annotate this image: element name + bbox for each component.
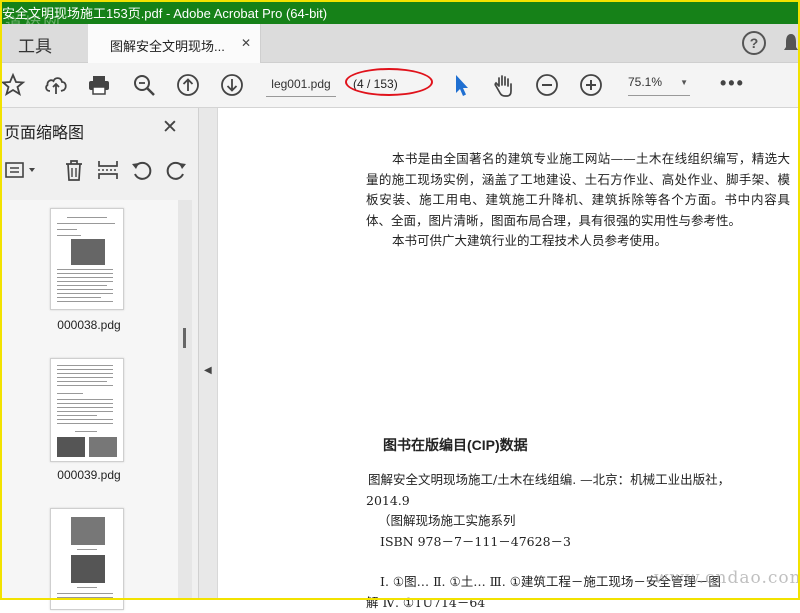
help-icon[interactable]: ? <box>742 31 766 55</box>
document-tab-label: 图解安全文明现场... <box>110 36 225 55</box>
cip-heading: 图书在版编目(CIP)数据 <box>383 435 528 455</box>
rotate-right-icon[interactable] <box>164 158 188 182</box>
intro-paragraph: 本书是由全国著名的建筑专业施工网站——土木在线组织编写，精选大量的施工现场实例，… <box>366 149 790 231</box>
tools-tab[interactable]: 工具 <box>18 32 52 57</box>
title-bar: 安全文明现场施工153页.pdf - Adobe Acrobat Pro (64… <box>0 0 800 24</box>
thumbnail-list: 000038.pdg 000039.pdg <box>0 200 178 600</box>
trash-icon[interactable] <box>62 158 86 182</box>
zoom-in-icon[interactable] <box>578 72 604 98</box>
chevron-down-icon: ▼ <box>680 78 688 87</box>
notification-bell-icon[interactable] <box>784 32 798 54</box>
cip-line: ISBN 978－7－111－47628－3 <box>380 532 788 553</box>
page-thumbnail[interactable] <box>50 208 124 310</box>
cip-line: 解 Ⅳ. ①TU714－64 <box>366 593 788 613</box>
pane-splitter[interactable]: ◀ <box>199 108 218 600</box>
insert-page-icon[interactable] <box>96 158 120 182</box>
hand-icon[interactable] <box>491 72 517 98</box>
red-highlight-circle <box>345 68 433 96</box>
intro-text: 本书是由全国著名的建筑专业施工网站——土木在线组织编写，精选大量的施工现场实例，… <box>366 149 790 252</box>
pdf-page: 本书是由全国著名的建筑专业施工网站——土木在线组织编写，精选大量的施工现场实例，… <box>218 108 800 600</box>
scrollbar-thumb[interactable] <box>183 328 186 348</box>
cip-line: 图解安全文明现场施工/土木在线组编. —北京：机械工业出版社， <box>368 470 788 491</box>
filename-field[interactable]: leg001.pdg <box>266 72 336 97</box>
more-options-icon[interactable]: ••• <box>720 73 745 94</box>
cloud-upload-icon[interactable] <box>43 72 69 98</box>
close-pane-icon[interactable]: ✕ <box>162 116 178 139</box>
intro-paragraph: 本书可供广大建筑行业的工程技术人员参考使用。 <box>366 231 790 252</box>
page-down-icon[interactable] <box>219 72 245 98</box>
cip-line: 2014.9 <box>366 491 788 512</box>
print-icon[interactable] <box>86 72 112 98</box>
page-up-icon[interactable] <box>175 72 201 98</box>
close-tab-icon[interactable]: ✕ <box>241 36 251 50</box>
thumbnail-scrollbar[interactable] <box>178 200 192 600</box>
document-view[interactable]: 本书是由全国著名的建筑专业施工网站——土木在线组织编写，精选大量的施工现场实例，… <box>218 108 800 600</box>
page-thumbnail[interactable] <box>50 358 124 462</box>
thumbnail-toolbar <box>0 156 198 188</box>
cip-block: 图解安全文明现场施工/土木在线组编. —北京：机械工业出版社， 2014.9 （… <box>368 470 788 613</box>
collapse-arrow-icon[interactable]: ◀ <box>204 365 212 376</box>
cip-line: （图解现场施工实施系列 <box>378 511 788 532</box>
zoom-out-icon[interactable] <box>534 72 560 98</box>
star-icon[interactable] <box>0 72 26 98</box>
select-arrow-icon[interactable] <box>448 72 474 98</box>
document-tab[interactable]: 图解安全文明现场... ✕ <box>88 24 261 63</box>
site-watermark: www.cndao.com <box>654 568 800 588</box>
page-thumbnail[interactable] <box>50 508 124 610</box>
rotate-left-icon[interactable] <box>130 158 154 182</box>
thumbnail-caption: 000039.pdg <box>34 468 144 482</box>
thumbnail-caption: 000038.pdg <box>34 318 144 332</box>
zoom-search-icon[interactable] <box>131 72 157 98</box>
main-toolbar: leg001.pdg (4 / 153) 75.1% ▼ ••• <box>0 63 800 108</box>
zoom-level-value: 75.1% <box>628 75 662 89</box>
page-thumbnails-pane: 页面缩略图 ✕ <box>0 108 199 600</box>
pane-title: 页面缩略图 <box>4 119 84 143</box>
options-menu-icon[interactable] <box>4 158 40 182</box>
zoom-level-select[interactable]: 75.1% ▼ <box>628 75 690 96</box>
tab-bar: 工具 图解安全文明现场... ✕ ? <box>0 24 800 63</box>
